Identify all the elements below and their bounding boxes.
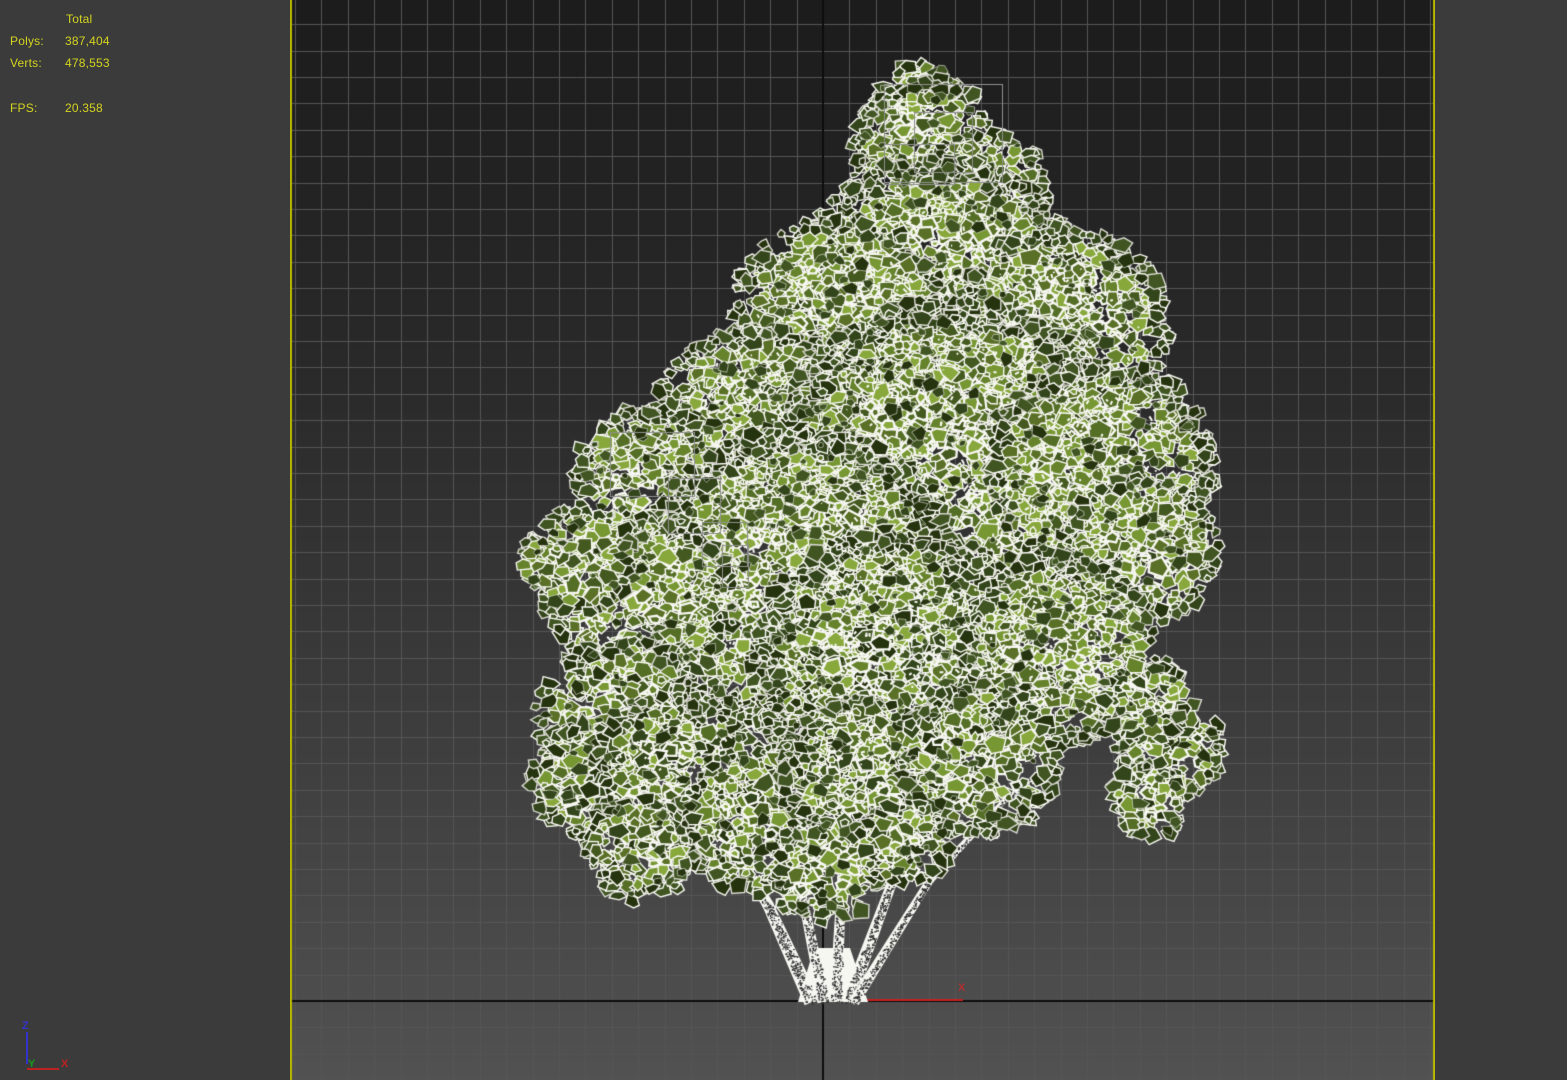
stats-polys-value: 387,404	[65, 34, 110, 48]
world-axis-gizmo-icon: Z Y X	[22, 1020, 69, 1070]
viewport-canvas[interactable]	[290, 0, 1435, 1080]
stats-polys-label: Polys:	[10, 34, 44, 48]
stats-verts-label: Verts:	[10, 56, 42, 70]
left-panel: Total Polys: 387,404 Verts: 478,553 FPS:…	[0, 0, 290, 1080]
stats-total-header: Total	[66, 12, 93, 26]
viewport-front[interactable]: X	[290, 0, 1435, 1080]
stats-verts-value: 478,553	[65, 56, 110, 70]
gizmo-y-label: Y	[28, 1058, 36, 1070]
stats-fps-label: FPS:	[10, 101, 38, 115]
right-panel	[1435, 0, 1567, 1080]
stats-fps-value: 20.358	[65, 101, 103, 115]
stats-overlay: Total Polys: 387,404 Verts: 478,553 FPS:…	[0, 0, 290, 130]
origin-x-axis-label: X	[958, 982, 966, 994]
gizmo-z-label: Z	[22, 1020, 29, 1032]
gizmo-x-label: X	[61, 1058, 69, 1070]
